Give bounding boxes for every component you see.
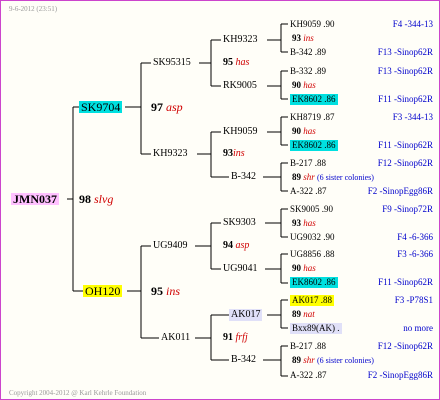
pedigree-number: no more — [403, 323, 433, 333]
g4-line[interactable]: Bxx89(AK) . — [290, 323, 342, 334]
queen-kh9323-g3[interactable]: KH9323 — [223, 34, 257, 46]
g4-year-breed: 90 has — [292, 263, 316, 273]
g4-year-breed: 93 ins — [292, 33, 314, 43]
queen-ak011[interactable]: AK011 — [161, 332, 190, 344]
pedigree-number: F3 -6-366 — [397, 249, 433, 259]
queen-sk9303[interactable]: SK9303 — [223, 217, 256, 229]
g4-line[interactable]: B-342 .89 — [290, 47, 326, 58]
pedigree-number: F9 -Sinop72R — [382, 204, 433, 214]
g4-year-breed: 89 shr (6 sister colonies) — [292, 355, 374, 365]
queen-b342-upper[interactable]: B-342 — [231, 171, 256, 183]
g4-line[interactable]: AK017 .88 — [290, 295, 334, 306]
copyright: Copyright 2004-2012 @ Karl Kehrle Founda… — [9, 389, 147, 397]
root-queen[interactable]: JMN037 — [11, 193, 59, 205]
g4-line[interactable]: KH8719 .87 — [290, 112, 335, 123]
queen-sk95315[interactable]: SK95315 — [153, 57, 191, 69]
year-breed-ak017: 91 frfj — [223, 332, 248, 343]
pedigree-number: F12 -Sinop62R — [377, 341, 433, 351]
queen-kh9059[interactable]: KH9059 — [223, 126, 257, 138]
pedigree-number: F3 -344-13 — [392, 112, 433, 122]
pedigree-number: F2 -SinopEgg86R — [367, 186, 433, 196]
sire-queen[interactable]: SK9704 — [79, 101, 123, 113]
g4-year-breed: 93 has — [292, 218, 316, 228]
sire-year-breed: 97 asp — [151, 100, 183, 114]
queen-b342-lower[interactable]: B-342 — [231, 354, 256, 366]
year-breed-sk9303: 94 asp — [223, 240, 250, 251]
pedigree-number: F13 -Sinop62R — [377, 66, 433, 76]
pedigree-number: F11 -Sinop62R — [378, 94, 433, 104]
queen-kh9323[interactable]: KH9323 — [153, 148, 187, 160]
pedigree-number: F13 -Sinop62R — [377, 47, 433, 57]
queen-ug9409[interactable]: UG9409 — [153, 240, 187, 252]
g4-line[interactable]: UG8856 .88 — [290, 249, 335, 260]
pedigree-number: F3 -P78S1 — [394, 295, 433, 305]
g4-line[interactable]: A-322 .87 — [290, 370, 327, 381]
year-breed-kh9059: 93ins — [223, 148, 245, 159]
g4-line[interactable]: EK8602 .86 — [290, 94, 338, 105]
g4-line[interactable]: SK9005 .90 — [290, 204, 333, 215]
g4-line[interactable]: EK8602 .86 — [290, 140, 338, 151]
dam-queen[interactable]: OH120 — [83, 285, 123, 297]
root-year-breed: 98 slvg — [79, 192, 114, 206]
g4-line[interactable]: B-332 .89 — [290, 66, 326, 77]
pedigree-lines — [67, 23, 288, 377]
dam-year-breed: 95 ins — [151, 284, 181, 298]
g4-year-breed: 89 shr (6 sister colonies) — [292, 172, 374, 182]
pedigree-number: F4 -344-13 — [392, 19, 433, 29]
queen-ak017[interactable]: AK017 — [229, 309, 263, 321]
pedigree-number: F2 -SinopEgg86R — [367, 370, 433, 380]
g4-year-breed: 90 has — [292, 126, 316, 136]
g4-line[interactable]: B-217 .88 — [290, 341, 326, 352]
pedigree-number: F11 -Sinop62R — [378, 140, 433, 150]
queen-rk9005[interactable]: RK9005 — [223, 80, 257, 92]
g4-line[interactable]: UG9032 .90 — [290, 232, 335, 243]
g4-line[interactable]: B-217 .88 — [290, 158, 326, 169]
g4-line[interactable]: KH9059 .90 — [290, 19, 335, 30]
g4-year-breed: 90 has — [292, 80, 316, 90]
g4-line[interactable]: A-322 .87 — [290, 186, 327, 197]
pedigree-frame: 9-6-2012 (23:51) JMN037 98 slvg SK9704 O… — [0, 0, 440, 400]
year-breed-kh9323: 95 has — [223, 57, 250, 68]
queen-ug9041[interactable]: UG9041 — [223, 263, 257, 275]
g4-line[interactable]: EK8602 .86 — [290, 277, 338, 288]
pedigree-number: F12 -Sinop62R — [377, 158, 433, 168]
pedigree-number: F11 -Sinop62R — [378, 277, 433, 287]
pedigree-number: F4 -6-366 — [397, 232, 433, 242]
g4-year-breed: 89 nat — [292, 309, 315, 319]
